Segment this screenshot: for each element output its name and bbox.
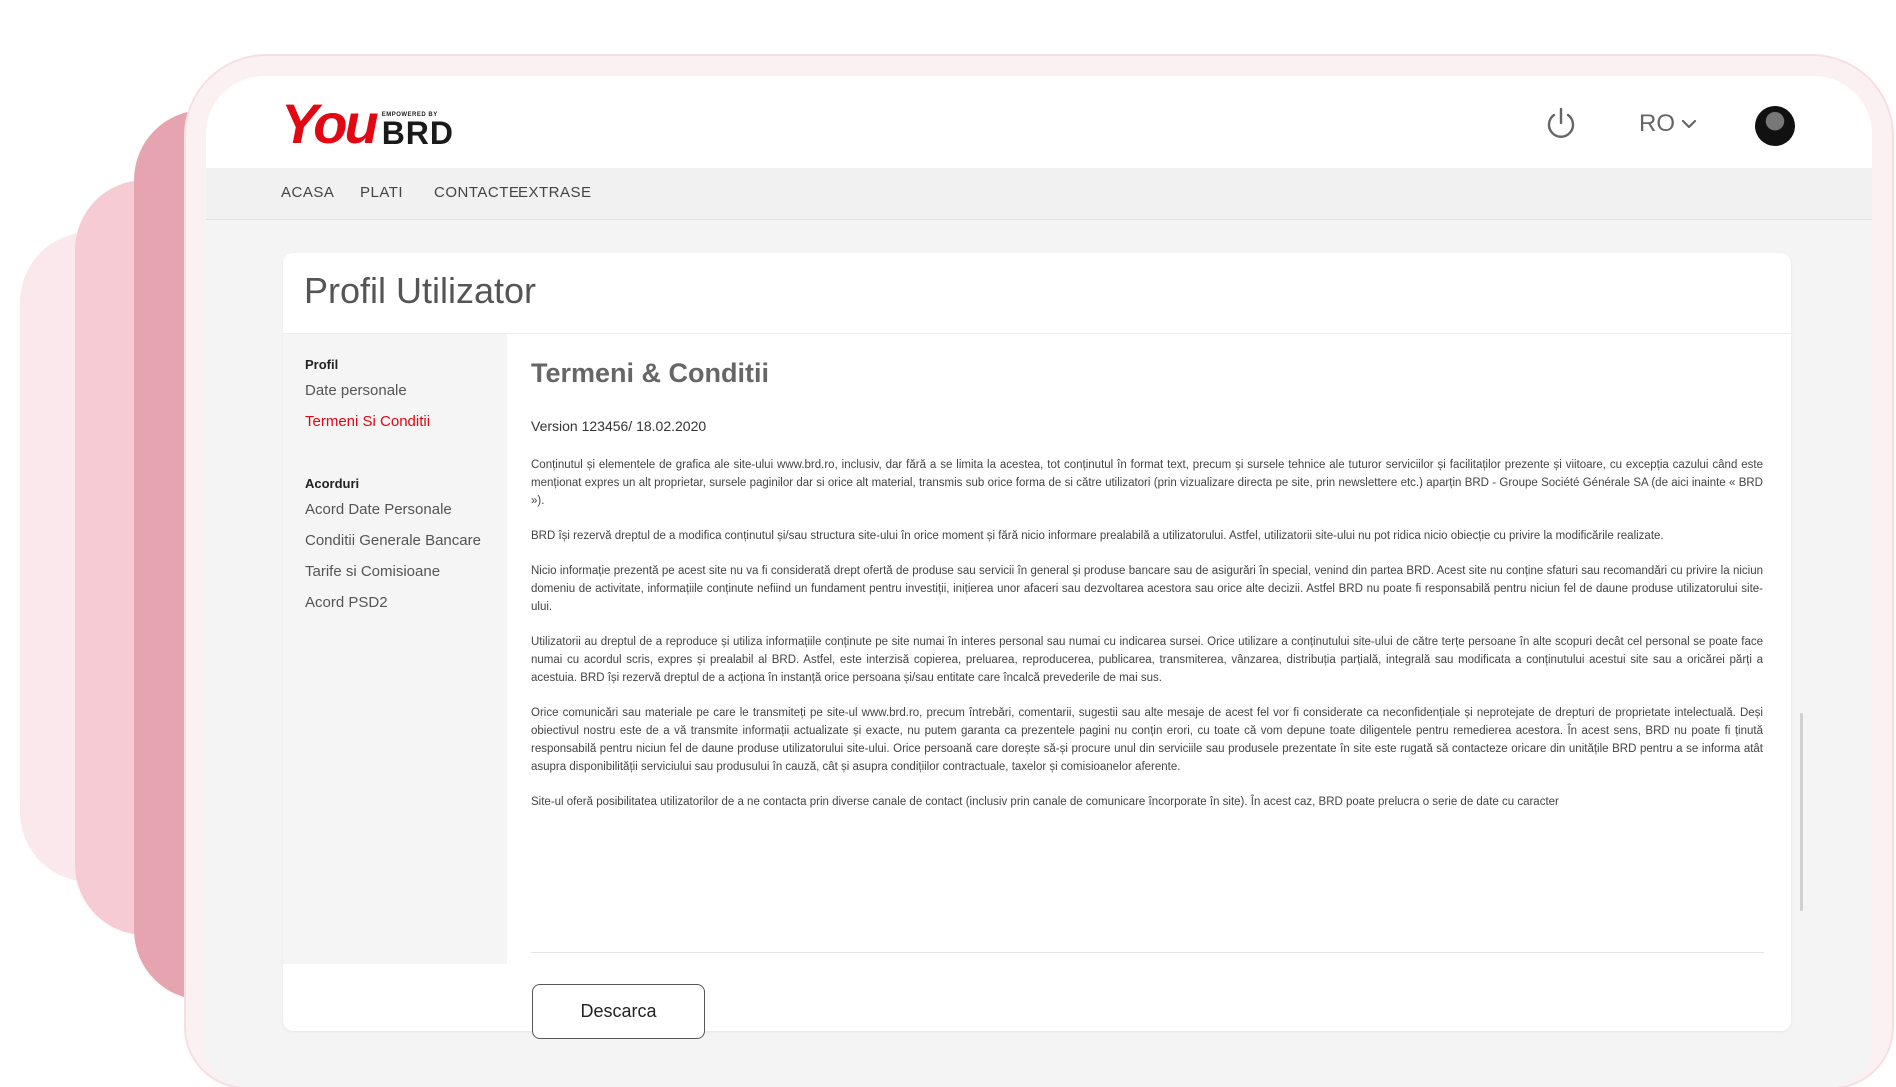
sidebar-item-termeni-si-conditii[interactable]: Termeni Si Conditii (305, 413, 430, 430)
content-divider (531, 952, 1764, 953)
profile-card: Profil Utilizator Profil Date personale … (283, 253, 1803, 1039)
terms-version: Version 123456/ 18.02.2020 (531, 418, 707, 434)
user-avatar[interactable] (1755, 106, 1795, 146)
profile-sidebar: Profil Date personale Termeni Si Conditi… (283, 334, 507, 964)
download-button[interactable]: Descarca (532, 984, 705, 1039)
you-brd-logo[interactable]: You EMPOWERED BY BRD (281, 96, 454, 152)
sidebar-item-acord-date-personale[interactable]: Acord Date Personale (305, 501, 452, 518)
stage: You EMPOWERED BY BRD RO ACASA PLATI CONT… (0, 0, 1896, 1087)
terms-title: Termeni & Conditii (531, 358, 770, 388)
terms-scroll-area[interactable]: Conținutul și elementele de grafica ale … (531, 456, 1763, 856)
tablet-frame: You EMPOWERED BY BRD RO ACASA PLATI CONT… (186, 56, 1892, 1087)
language-label: RO (1639, 110, 1675, 137)
terms-paragraph: Nicio informație prezentă pe acest site … (531, 565, 1763, 613)
terms-paragraph: Site-ul oferă posibilitatea utilizatoril… (531, 796, 1559, 808)
sidebar-item-tarife-si-comisioane[interactable]: Tarife si Comisioane (305, 563, 440, 580)
sidebar-heading-acorduri: Acorduri (305, 476, 360, 491)
logo-brd-text: BRD (381, 115, 455, 151)
nav-item-plati[interactable]: PLATI (360, 184, 403, 201)
top-bar: You EMPOWERED BY BRD RO (206, 76, 1872, 168)
app-screen: You EMPOWERED BY BRD RO ACASA PLATI CONT… (206, 76, 1872, 1087)
language-selector[interactable]: RO (1639, 110, 1697, 138)
terms-paragraph: Utilizatorii au dreptul de a reproduce ș… (531, 636, 1763, 684)
terms-scrollbar[interactable] (1800, 713, 1803, 911)
chevron-down-icon (1681, 119, 1697, 129)
nav-item-acasa[interactable]: ACASA (281, 184, 334, 201)
sidebar-item-date-personale[interactable]: Date personale (305, 382, 407, 399)
terms-paragraph: Orice comunicări sau materiale pe care l… (531, 707, 1763, 773)
sidebar-heading-profil: Profil (305, 357, 339, 372)
logo-brd-block: EMPOWERED BY BRD (381, 112, 455, 151)
terms-content: Termeni & Conditii Version 123456/ 18.02… (531, 334, 1763, 874)
terms-paragraph: BRD își rezervă dreptul de a modifica co… (531, 530, 1664, 542)
power-icon[interactable] (1543, 106, 1579, 142)
logo-you-text: You (281, 92, 379, 155)
sidebar-item-conditii-generale-bancare[interactable]: Conditii Generale Bancare (305, 532, 481, 549)
nav-item-extrase[interactable]: EXTRASE (518, 184, 592, 201)
nav-item-contacte[interactable]: CONTACTE (434, 184, 519, 201)
terms-paragraph: Conținutul și elementele de grafica ale … (531, 459, 1763, 507)
main-nav: ACASA PLATI CONTACTE EXTRASE (206, 168, 1872, 220)
page-title: Profil Utilizator (304, 270, 537, 311)
sidebar-item-acord-psd2[interactable]: Acord PSD2 (305, 594, 388, 611)
